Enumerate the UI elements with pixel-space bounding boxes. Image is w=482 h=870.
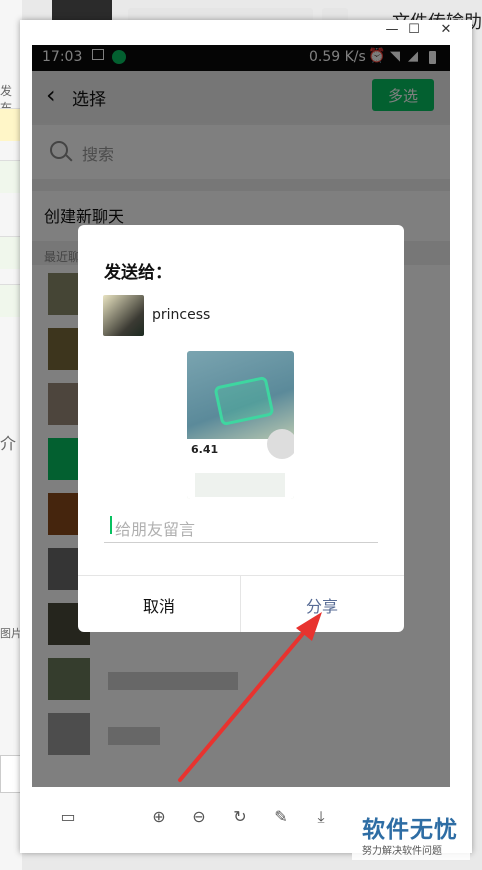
background-label: 图片 [0,627,22,640]
message-placeholder: 给朋友留言 [115,520,196,539]
share-dialog: 发送给： princess 6.41 给朋友留言 取消 分享 [78,225,404,632]
rotate-icon[interactable]: ↻ [228,805,252,829]
background-row [0,108,22,141]
watermark-title: 软件无忧 [362,817,458,843]
edit-icon[interactable]: ✎ [269,805,293,829]
share-button[interactable]: 分享 [241,576,403,632]
background-row [0,236,22,269]
maximize-icon[interactable]: ☐ [400,22,428,37]
background-row [0,160,22,193]
recipient-avatar [103,295,144,336]
blur-patch [195,473,285,497]
cancel-button[interactable]: 取消 [78,576,241,632]
close-icon[interactable]: ✕ [432,22,460,37]
recipient-name: princess [152,307,211,323]
dialog-title: 发送给： [104,263,172,283]
dialog-button-row: 取消 分享 [78,575,404,632]
text-cursor [110,516,112,534]
zoom-out-icon[interactable]: ⊖ [187,805,211,829]
background-row [0,284,22,317]
shared-image-preview: 6.41 [187,351,294,499]
background-left-panel: 发布 介 图片 [0,0,24,870]
watermark-subtitle: 努力解决软件问题 [362,846,442,857]
message-input[interactable]: 给朋友留言 [104,508,378,543]
blur-patch [267,429,294,459]
background-label: 介 [0,434,17,453]
background-thumbnail [52,0,112,20]
sidebar-icon[interactable]: ▭ [56,805,80,829]
download-icon[interactable]: ⤓ [309,805,333,829]
run-distance: 6.41 [191,443,219,456]
zoom-in-icon[interactable]: ⊕ [147,805,171,829]
watermark: 软件无忧 努力解决软件问题 [352,808,470,860]
